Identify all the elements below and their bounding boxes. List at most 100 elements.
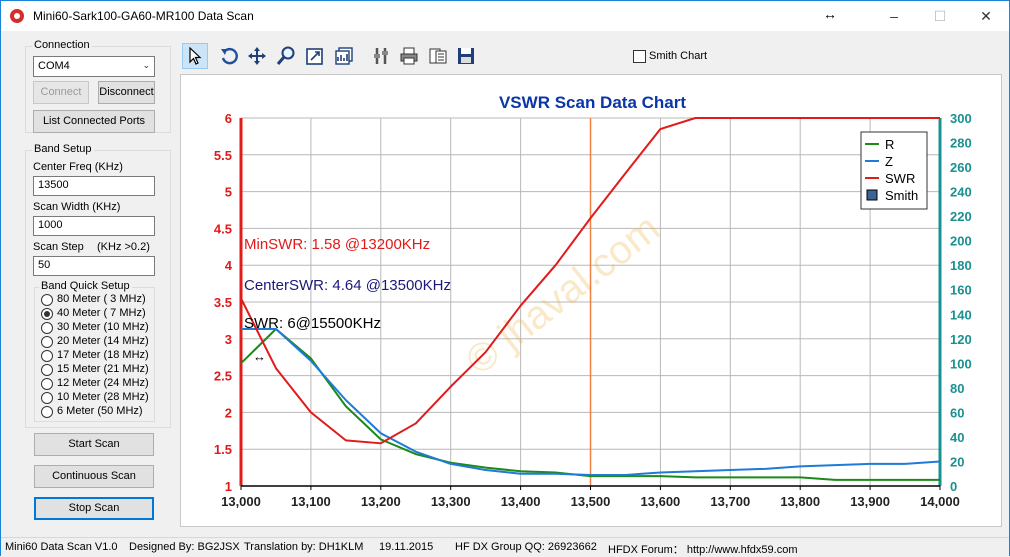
- pan-icon[interactable]: [244, 43, 270, 69]
- status-group: HF DX Group QQ: 26923662: [455, 541, 597, 553]
- y-right-tick-label: 80: [950, 381, 964, 396]
- start-scan-button[interactable]: Start Scan: [34, 433, 154, 456]
- radio-button[interactable]: [41, 364, 53, 376]
- com-port-select[interactable]: COM4 ⌄: [33, 56, 155, 77]
- print-icon[interactable]: [396, 43, 422, 69]
- list-ports-button[interactable]: List Connected Ports: [33, 110, 155, 133]
- status-translation: Translation by: DH1KLM: [244, 541, 364, 553]
- radio-button[interactable]: [41, 322, 53, 334]
- watermark-text: © jhaval.com: [458, 206, 668, 383]
- y-left-tick-label: 5.5: [214, 148, 232, 163]
- disconnect-button[interactable]: Disconnect: [98, 81, 155, 104]
- scan-step-input[interactable]: 50: [33, 256, 155, 276]
- status-designed-by: Designed By: BG2JSX: [129, 541, 240, 553]
- stop-scan-button[interactable]: Stop Scan: [34, 497, 154, 520]
- y-right-tick-label: 0: [950, 479, 957, 494]
- y-right-tick-label: 300: [950, 111, 972, 126]
- x-tick-label: 13,600: [641, 494, 681, 509]
- annotation-2: SWR: 6@15500KHz: [244, 315, 381, 332]
- status-date: 19.11.2015: [379, 541, 434, 553]
- x-tick-label: 13,500: [571, 494, 611, 509]
- band-radio-label: 17 Meter (18 MHz): [57, 349, 149, 361]
- y-right-tick-label: 120: [950, 332, 972, 347]
- center-freq-input[interactable]: 13500: [33, 176, 155, 196]
- annotation-0: MinSWR: 1.58 @13200KHz: [244, 236, 430, 253]
- pointer-icon[interactable]: [182, 43, 208, 69]
- band-setup-group-label: Band Setup: [32, 143, 94, 155]
- band-radio-label: 6 Meter (50 MHz): [57, 405, 143, 417]
- app-icon: [10, 9, 24, 23]
- minimize-button[interactable]: –: [871, 1, 917, 31]
- status-bar: Mini60 Data Scan V1.0 Designed By: BG2JS…: [1, 537, 1009, 556]
- y-right-tick-label: 60: [950, 405, 964, 420]
- x-tick-label: 13,700: [710, 494, 750, 509]
- y-right-tick-label: 140: [950, 307, 972, 322]
- tools-icon[interactable]: [368, 43, 394, 69]
- resize-cursor-icon: ↔: [253, 349, 266, 364]
- radio-button[interactable]: [41, 308, 53, 320]
- export-icon[interactable]: [425, 43, 451, 69]
- band-radio-label: 15 Meter (21 MHz): [57, 363, 149, 375]
- close-button[interactable]: ✕: [963, 1, 1009, 31]
- undo-icon[interactable]: [216, 43, 242, 69]
- smith-chart-checkbox[interactable]: [633, 50, 646, 63]
- com-port-value: COM4: [38, 60, 70, 72]
- x-tick-label: 14,000: [920, 494, 960, 509]
- y-left-tick-label: 2: [225, 405, 232, 420]
- legend-label: R: [885, 137, 894, 152]
- maximize-button: ☐: [933, 8, 947, 24]
- title-bar[interactable]: Mini60-Sark100-GA60-MR100 Data Scan ↔ – …: [1, 1, 1009, 31]
- y-right-tick-label: 200: [950, 234, 972, 249]
- status-version: Mini60 Data Scan V1.0: [5, 541, 118, 553]
- scan-width-label: Scan Width (KHz): [33, 201, 121, 213]
- radio-button[interactable]: [41, 336, 53, 348]
- x-tick-label: 13,800: [780, 494, 820, 509]
- y-right-tick-label: 240: [950, 185, 972, 200]
- band-quick-setup-label: Band Quick Setup: [39, 280, 132, 292]
- y-left-tick-label: 6: [225, 111, 232, 126]
- y-left-tick-label: 5: [225, 185, 232, 200]
- radio-button[interactable]: [41, 392, 53, 404]
- vswr-chart[interactable]: VSWR Scan Data Chart© jhaval.com13,000 13…: [181, 75, 1001, 526]
- band-radio-label: 20 Meter (14 MHz): [57, 335, 149, 347]
- save-icon[interactable]: [453, 43, 479, 69]
- band-radio-label: 80 Meter ( 3 MHz): [57, 293, 146, 305]
- chevron-down-icon: ⌄: [142, 60, 150, 70]
- y-left-tick-label: 2.5: [214, 369, 232, 384]
- window-title: Mini60-Sark100-GA60-MR100 Data Scan: [33, 9, 254, 23]
- legend-swatch: [866, 189, 878, 201]
- scan-step-label: Scan Step: [33, 241, 84, 253]
- annotation-1: CenterSWR: 4.64 @13500KHz: [244, 277, 451, 294]
- radio-button[interactable]: [41, 378, 53, 390]
- band-radio-label: 40 Meter ( 7 MHz): [57, 307, 146, 319]
- radio-button[interactable]: [41, 406, 53, 418]
- y-left-tick-label: 1.5: [214, 442, 232, 457]
- x-tick-label: 13,200: [361, 494, 401, 509]
- zoom-icon[interactable]: [273, 43, 299, 69]
- center-freq-label: Center Freq (KHz): [33, 161, 123, 173]
- y-right-tick-label: 180: [950, 258, 972, 273]
- app-window: Mini60-Sark100-GA60-MR100 Data Scan ↔ – …: [0, 0, 1010, 556]
- chart-title: VSWR Scan Data Chart: [499, 93, 686, 112]
- radio-button[interactable]: [41, 294, 53, 306]
- y-right-tick-label: 40: [950, 430, 964, 445]
- y-right-tick-label: 160: [950, 283, 972, 298]
- y-left-tick-label: 1: [225, 479, 232, 494]
- connect-button[interactable]: Connect: [33, 81, 89, 104]
- scan-step-hint: (KHz >0.2): [97, 241, 150, 253]
- chart-props-icon[interactable]: [331, 43, 357, 69]
- y-left-tick-label: 3.5: [214, 295, 232, 310]
- zoom-rect-icon[interactable]: [302, 43, 328, 69]
- y-left-tick-label: 4: [225, 258, 233, 273]
- scan-width-input[interactable]: 1000: [33, 216, 155, 236]
- x-tick-label: 13,900: [850, 494, 890, 509]
- smith-chart-label[interactable]: Smith Chart: [649, 50, 707, 62]
- radio-button[interactable]: [41, 350, 53, 362]
- x-tick-label: 13,100: [291, 494, 331, 509]
- status-forum: HFDX Forum： http://www.hfdx59.com: [608, 544, 798, 556]
- y-left-tick-label: 3: [225, 332, 232, 347]
- resize-cursor-icon: ↔: [823, 6, 837, 22]
- continuous-scan-button[interactable]: Continuous Scan: [34, 465, 154, 488]
- y-right-tick-label: 260: [950, 160, 972, 175]
- x-tick-label: 13,300: [431, 494, 471, 509]
